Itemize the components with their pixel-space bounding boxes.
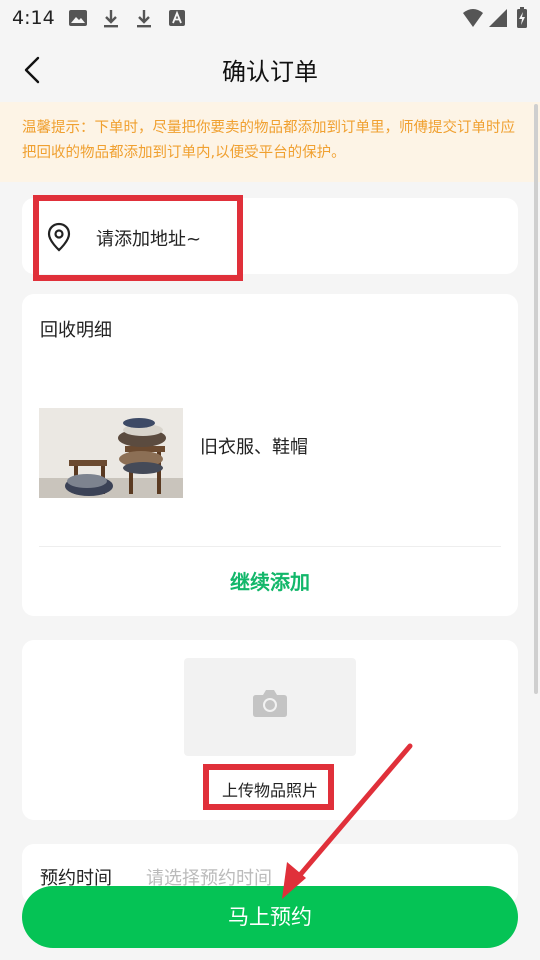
book-now-button[interactable]: 马上预约 [22,886,518,948]
download-notification-icon [104,10,118,28]
image-notification-icon [69,10,87,26]
detail-title: 回收明细 [40,320,112,341]
scrollbar-thumb[interactable] [534,104,538,694]
nav-bar: 确认订单 [0,36,540,102]
recycle-detail-card: 回收明细 旧衣服、鞋帽 继续添加 [22,294,518,616]
continue-add-button[interactable]: 继续添加 [22,566,518,595]
signal-icon [489,9,507,27]
wifi-icon [463,9,483,27]
battery-icon [517,7,527,28]
download-notification-icon [137,10,151,28]
tip-banner: 温馨提示：下单时，尽量把你要卖的物品都添加到订单里，师傅提交订单时应把回收的物品… [0,102,540,182]
divider [39,546,501,547]
item-thumbnail [39,408,183,498]
highlight-box-photo [203,764,334,810]
font-notification-icon [169,10,185,26]
tip-text: 温馨提示：下单时，尽量把你要卖的物品都添加到订单里，师傅提交订单时应把回收的物品… [22,120,515,161]
page-title: 确认订单 [222,58,318,86]
status-time: 4:14 [12,7,55,29]
status-bar: 4:14 [0,0,540,36]
camera-icon [253,690,287,717]
item-name: 旧衣服、鞋帽 [200,437,308,458]
highlight-box-address [33,195,243,281]
upload-photo-button[interactable] [184,658,356,756]
